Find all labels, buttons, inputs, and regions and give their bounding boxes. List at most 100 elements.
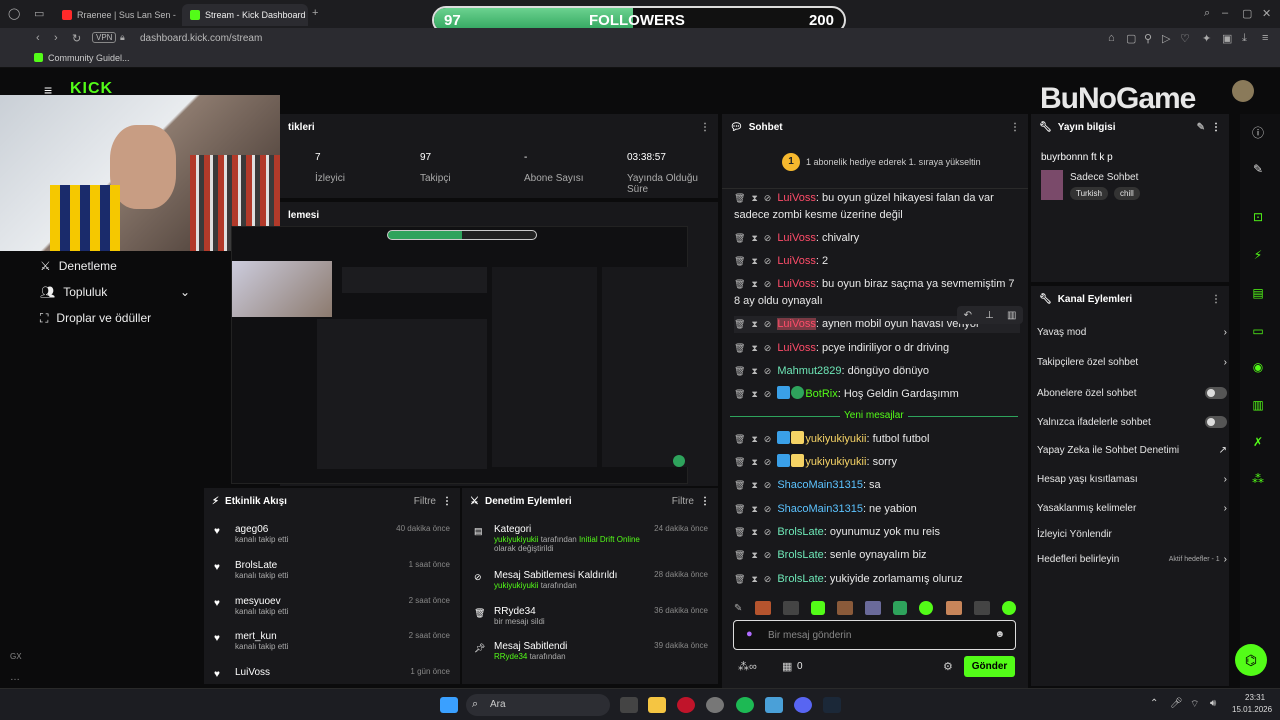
emote-icon[interactable]	[754, 601, 771, 615]
action-ai-moderation[interactable]: Yapay Zeka ile Sohbet Denetimi ↗	[1037, 445, 1227, 456]
chat-username[interactable]: Mahmut2829	[777, 365, 841, 377]
timeout-icon[interactable]: ⧗	[751, 279, 757, 289]
chat-username[interactable]: BotRix	[805, 388, 837, 400]
edit-icon[interactable]: ✎	[1197, 122, 1205, 133]
emoji-icon[interactable]: ☻	[994, 629, 1005, 640]
activity-filter[interactable]: Filtre	[414, 496, 436, 507]
delete-icon[interactable]: 🗑︎	[734, 527, 745, 537]
chat-username[interactable]: LuiVoss	[777, 192, 816, 204]
action-goals[interactable]: Hedefleri belirleyin Aktif hedefler - 1 ›	[1037, 554, 1227, 565]
emotes-only-toggle[interactable]	[1205, 416, 1227, 428]
brush-icon[interactable]: ✎	[734, 603, 742, 614]
wifi-icon[interactable]: ⌔	[1190, 698, 1199, 711]
more-icon[interactable]: …	[10, 672, 20, 683]
snapshot-icon[interactable]: ▢	[1126, 32, 1136, 45]
ban-icon[interactable]: ⊘	[764, 366, 772, 376]
delete-icon[interactable]: 🗑︎	[734, 319, 745, 329]
heart-icon[interactable]: ♡	[1180, 32, 1190, 45]
pin-icon[interactable]: ⚲	[1144, 32, 1152, 45]
stream-preview-video[interactable]	[231, 226, 688, 484]
mic-icon[interactable]: 🎤︎	[1170, 698, 1183, 709]
chat-username[interactable]: ShacoMain31315	[777, 479, 863, 491]
modlog-filter[interactable]: Filtre	[672, 496, 694, 507]
delete-icon[interactable]: 🗑︎	[734, 233, 745, 243]
spotify-icon[interactable]	[736, 697, 754, 713]
chat-message[interactable]: 🗑︎ ⧗ ⊘ ShacoMain31315: sa	[734, 477, 1020, 494]
mic-icon[interactable]: ●	[746, 628, 753, 640]
chat-username[interactable]: LuiVoss	[777, 232, 816, 244]
chat-message[interactable]: 🗑︎ ⧗ ⊘ BrolsLate: oyunumuz yok mu reis	[734, 524, 1020, 541]
more-options-icon[interactable]: ⋮	[442, 496, 452, 507]
back-icon[interactable]: ‹	[36, 32, 40, 44]
more-options-icon[interactable]: ⋮	[700, 496, 710, 507]
chat-username[interactable]: LuiVoss	[777, 318, 816, 330]
ban-icon[interactable]: ⊘	[764, 527, 772, 537]
chat-username[interactable]: BrolsLate	[777, 573, 823, 585]
timeout-icon[interactable]: ⧗	[751, 366, 757, 376]
chat-message[interactable]: 🗑︎ ⧗ ⊘ yukiyukiyukii: futbol futbol	[734, 431, 1020, 448]
ban-icon[interactable]: ⊘	[764, 480, 772, 490]
chat-username[interactable]: yukiyukiyukii	[805, 456, 866, 468]
maximize-icon[interactable]: ▢	[1242, 7, 1252, 20]
timeout-icon[interactable]: ⧗	[751, 343, 757, 353]
settings-icon[interactable]: ⚙	[943, 660, 953, 673]
timeout-icon[interactable]: ⧗	[751, 256, 757, 266]
windows-start-icon[interactable]	[440, 697, 458, 713]
timeout-icon[interactable]: ⧗	[751, 457, 757, 467]
timeout-icon[interactable]: ⧗	[751, 319, 757, 329]
play-icon[interactable]: ▷	[1162, 32, 1170, 45]
emote-icon[interactable]	[810, 601, 825, 615]
url-text[interactable]: dashboard.kick.com/stream	[140, 33, 262, 44]
more-options-icon[interactable]: ⋮	[700, 122, 710, 133]
tag[interactable]: chill	[1114, 187, 1140, 200]
chat-message[interactable]: 🗑︎ ⧗ ⊘ LuiVoss: bu oyun biraz saçma ya sevm…	[734, 276, 1020, 310]
ban-icon[interactable]: ⊘	[764, 389, 772, 399]
ban-icon[interactable]: ⊘	[764, 279, 772, 289]
extensions-icon[interactable]: ✦	[1202, 32, 1211, 45]
send-button[interactable]: Gönder	[964, 656, 1015, 677]
chat-icon[interactable]: ▭	[1241, 319, 1275, 343]
ban-icon[interactable]: ⊘	[764, 343, 772, 353]
chat-username[interactable]: ShacoMain31315	[777, 503, 863, 515]
chat-message[interactable]: 🗑︎ ⧗ ⊘ yukiyukiyukii: sorry	[734, 454, 1020, 471]
ban-icon[interactable]: ⊘	[764, 319, 772, 329]
chat-message[interactable]: 🗑︎ ⧗ ⊘ LuiVoss: bu oyun güzel hikayesi fala…	[734, 190, 1020, 224]
more-options-icon[interactable]: ⋮	[1010, 122, 1020, 133]
delete-icon[interactable]: 🗑︎	[734, 389, 745, 399]
timeout-icon[interactable]: ⧗	[751, 233, 757, 243]
timeout-icon[interactable]: ⧗	[751, 550, 757, 560]
timeout-icon[interactable]: ⧗	[751, 527, 757, 537]
delete-icon[interactable]: 🗑︎	[734, 256, 745, 266]
chat-message[interactable]: 🗑︎ ⧗ ⊘ LuiVoss: 2	[734, 253, 1020, 270]
broadcast-icon[interactable]: ◉	[1241, 355, 1275, 379]
delete-icon[interactable]: 🗑︎	[734, 193, 745, 203]
subs-only-toggle[interactable]	[1205, 387, 1227, 399]
emote-icon[interactable]	[865, 601, 882, 615]
emote-icon[interactable]	[945, 601, 962, 615]
tab-youtube[interactable]: Rraenee | Sus Lan Sen - Y	[54, 4, 178, 26]
sidebar-item-topluluk[interactable]: 👥︎ Topluluk ⌄	[40, 279, 190, 305]
menu-icon[interactable]: ≡	[1262, 32, 1268, 44]
opera-logo-icon[interactable]: ◯	[8, 7, 20, 20]
timeout-icon[interactable]: ⧗	[751, 574, 757, 584]
chat-message[interactable]: 🗑︎ ⧗ ⊘ ShacoMain31315: ne yabion	[734, 501, 1020, 518]
vpn-badge[interactable]: VPN	[92, 32, 117, 43]
volume-icon[interactable]: 🔊︎	[1210, 698, 1216, 709]
steam-icon[interactable]	[823, 697, 841, 713]
search-icon[interactable]: ⌕	[1204, 7, 1210, 20]
tab-menu-icon[interactable]: ▭	[34, 7, 44, 20]
new-tab-icon[interactable]: +	[312, 7, 318, 19]
delete-icon[interactable]: 🗑︎	[734, 550, 745, 560]
delete-icon[interactable]: 🗑︎	[734, 574, 745, 584]
emote-icon[interactable]	[1001, 601, 1016, 615]
action-subs-only[interactable]: Abonelere özel sohbet	[1037, 387, 1227, 399]
focus-icon[interactable]: ⊡	[1241, 205, 1275, 229]
ban-icon[interactable]: ⊘	[764, 233, 772, 243]
ban-icon[interactable]: ⊘	[764, 256, 772, 266]
action-emotes-only[interactable]: Yalnızca ifadelerle sohbet	[1037, 416, 1227, 428]
users-icon[interactable]: ⁂	[1241, 467, 1275, 491]
ban-icon[interactable]: ⊘	[764, 457, 772, 467]
sidebar-item-denetleme[interactable]: ⚔ Denetleme	[40, 253, 190, 279]
action-raid[interactable]: İzleyici Yönlendir	[1037, 529, 1227, 540]
list-icon[interactable]: ▤	[1241, 281, 1275, 305]
